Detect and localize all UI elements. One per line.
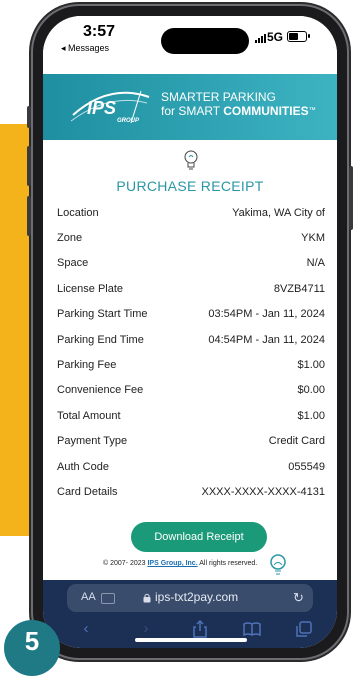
receipt-row-total-amount: Total Amount $1.00 — [57, 403, 325, 428]
phone-frame: 3:57 ◂ Messages 5G IPS GROUP SMARTER PAR… — [27, 6, 353, 658]
url-text: ips-txt2pay.com — [155, 590, 239, 604]
row-value: 8VZB4711 — [273, 282, 325, 295]
receipt-row-start-time: Parking Start Time 03:54PM - Jan 11, 2024 — [57, 302, 325, 327]
dynamic-island — [161, 28, 249, 54]
volume-up-button — [27, 146, 31, 186]
status-bar: 3:57 ◂ Messages 5G — [43, 16, 337, 74]
receipt-title: PURCHASE RECEIPT — [116, 178, 264, 194]
copyright-prefix: © 2007- 2023 — [103, 560, 148, 567]
receipt-row-zone: Zone YKM — [57, 225, 325, 250]
battery-icon — [287, 31, 310, 42]
back-to-messages-link[interactable]: ◂ Messages — [61, 43, 109, 54]
receipt-row-payment-type: Payment Type Credit Card — [57, 429, 325, 454]
phone-screen: 3:57 ◂ Messages 5G IPS GROUP SMARTER PAR… — [43, 16, 337, 648]
row-label: Parking Fee — [57, 359, 117, 372]
signal-icon — [255, 34, 266, 43]
footer-lightbulb-icon — [270, 554, 286, 575]
row-value: 04:54PM - Jan 11, 2024 — [208, 333, 325, 346]
receipt-row-auth-code: Auth Code 055549 — [57, 454, 325, 479]
bookmarks-icon[interactable] — [241, 618, 263, 640]
row-label: Parking Start Time — [57, 308, 148, 321]
row-value: N/A — [306, 257, 325, 270]
home-indicator[interactable] — [135, 638, 247, 642]
share-icon[interactable] — [189, 618, 211, 640]
row-label: Convenience Fee — [57, 384, 144, 397]
row-label: Total Amount — [57, 409, 121, 422]
brand-tagline: SMARTER PARKING for SMART COMMUNITIES™ — [161, 90, 316, 118]
lightbulb-logo-icon — [184, 150, 198, 170]
row-value: Credit Card — [268, 435, 325, 448]
row-label: Auth Code — [57, 460, 109, 473]
row-label: Card Details — [57, 485, 118, 498]
row-value: YKM — [301, 232, 325, 245]
brand-banner: IPS GROUP SMARTER PARKING for SMART COMM… — [43, 74, 337, 140]
tabs-icon[interactable] — [293, 618, 315, 640]
forward-chevron-icon[interactable]: › — [135, 618, 157, 640]
tagline-communities: COMMUNITIES — [223, 104, 309, 118]
action-button — [27, 106, 31, 128]
volume-down-button — [27, 196, 31, 236]
receipt-row-location: Location Yakima, WA City of — [57, 200, 325, 225]
receipt-row-license-plate: License Plate 8VZB4711 — [57, 276, 325, 301]
trademark-mark: ™ — [308, 107, 316, 114]
logo-text: IPS — [87, 98, 116, 118]
receipt-row-card-details: Card Details XXXX-XXXX-XXXX-4131 — [57, 479, 325, 504]
receipt-row-space: Space N/A — [57, 251, 325, 276]
ips-group-link[interactable]: IPS Group, Inc. — [147, 560, 197, 567]
step-number-badge: 5 — [4, 620, 60, 676]
row-value: Yakima, WA City of — [232, 206, 325, 219]
lock-icon — [143, 593, 151, 603]
row-value: XXXX-XXXX-XXXX-4131 — [201, 485, 325, 498]
row-value: 055549 — [288, 460, 325, 473]
row-value: $1.00 — [297, 409, 325, 422]
power-button — [349, 166, 353, 230]
row-value: 03:54PM - Jan 11, 2024 — [208, 308, 325, 321]
row-label: Payment Type — [57, 435, 128, 448]
purchase-receipt: PURCHASE RECEIPT Location Yakima, WA City… — [43, 140, 337, 580]
row-value: $1.00 — [297, 359, 325, 372]
download-receipt-button[interactable]: Download Receipt — [131, 522, 267, 552]
row-value: $0.00 — [297, 384, 325, 397]
row-label: License Plate — [57, 282, 124, 295]
text-size-button[interactable]: AA — [81, 591, 96, 603]
receipt-rows: Location Yakima, WA City of Zone YKM Space… — [57, 200, 325, 505]
tagline-for-smart: for SMART — [161, 104, 224, 118]
copyright-suffix: All rights reserved. — [197, 560, 258, 567]
receipt-row-parking-fee: Parking Fee $1.00 — [57, 352, 325, 377]
network-type: 5G — [267, 30, 284, 44]
reload-icon[interactable]: ↻ — [293, 590, 304, 606]
tagline-word-parking: PARKING — [222, 90, 276, 104]
receipt-row-end-time: Parking End Time 04:54PM - Jan 11, 2024 — [57, 327, 325, 352]
row-label: Zone — [57, 232, 83, 245]
copyright-notice: © 2007- 2023 IPS Group, Inc. All rights … — [103, 560, 257, 567]
status-time: 3:57 — [83, 23, 116, 40]
row-label: Parking End Time — [57, 333, 144, 346]
receipt-row-convenience-fee: Convenience Fee $0.00 — [57, 378, 325, 403]
address-bar[interactable]: AA ips-txt2pay.com ↻ — [67, 584, 313, 612]
row-label: Location — [57, 206, 99, 219]
ips-group-logo: IPS GROUP — [70, 90, 150, 124]
tagline-word-smarter: SMARTER — [161, 90, 223, 104]
extensions-icon[interactable] — [101, 593, 115, 604]
row-label: Space — [57, 257, 89, 270]
logo-subtext: GROUP — [117, 118, 140, 124]
back-chevron-icon[interactable]: ‹ — [75, 618, 97, 640]
